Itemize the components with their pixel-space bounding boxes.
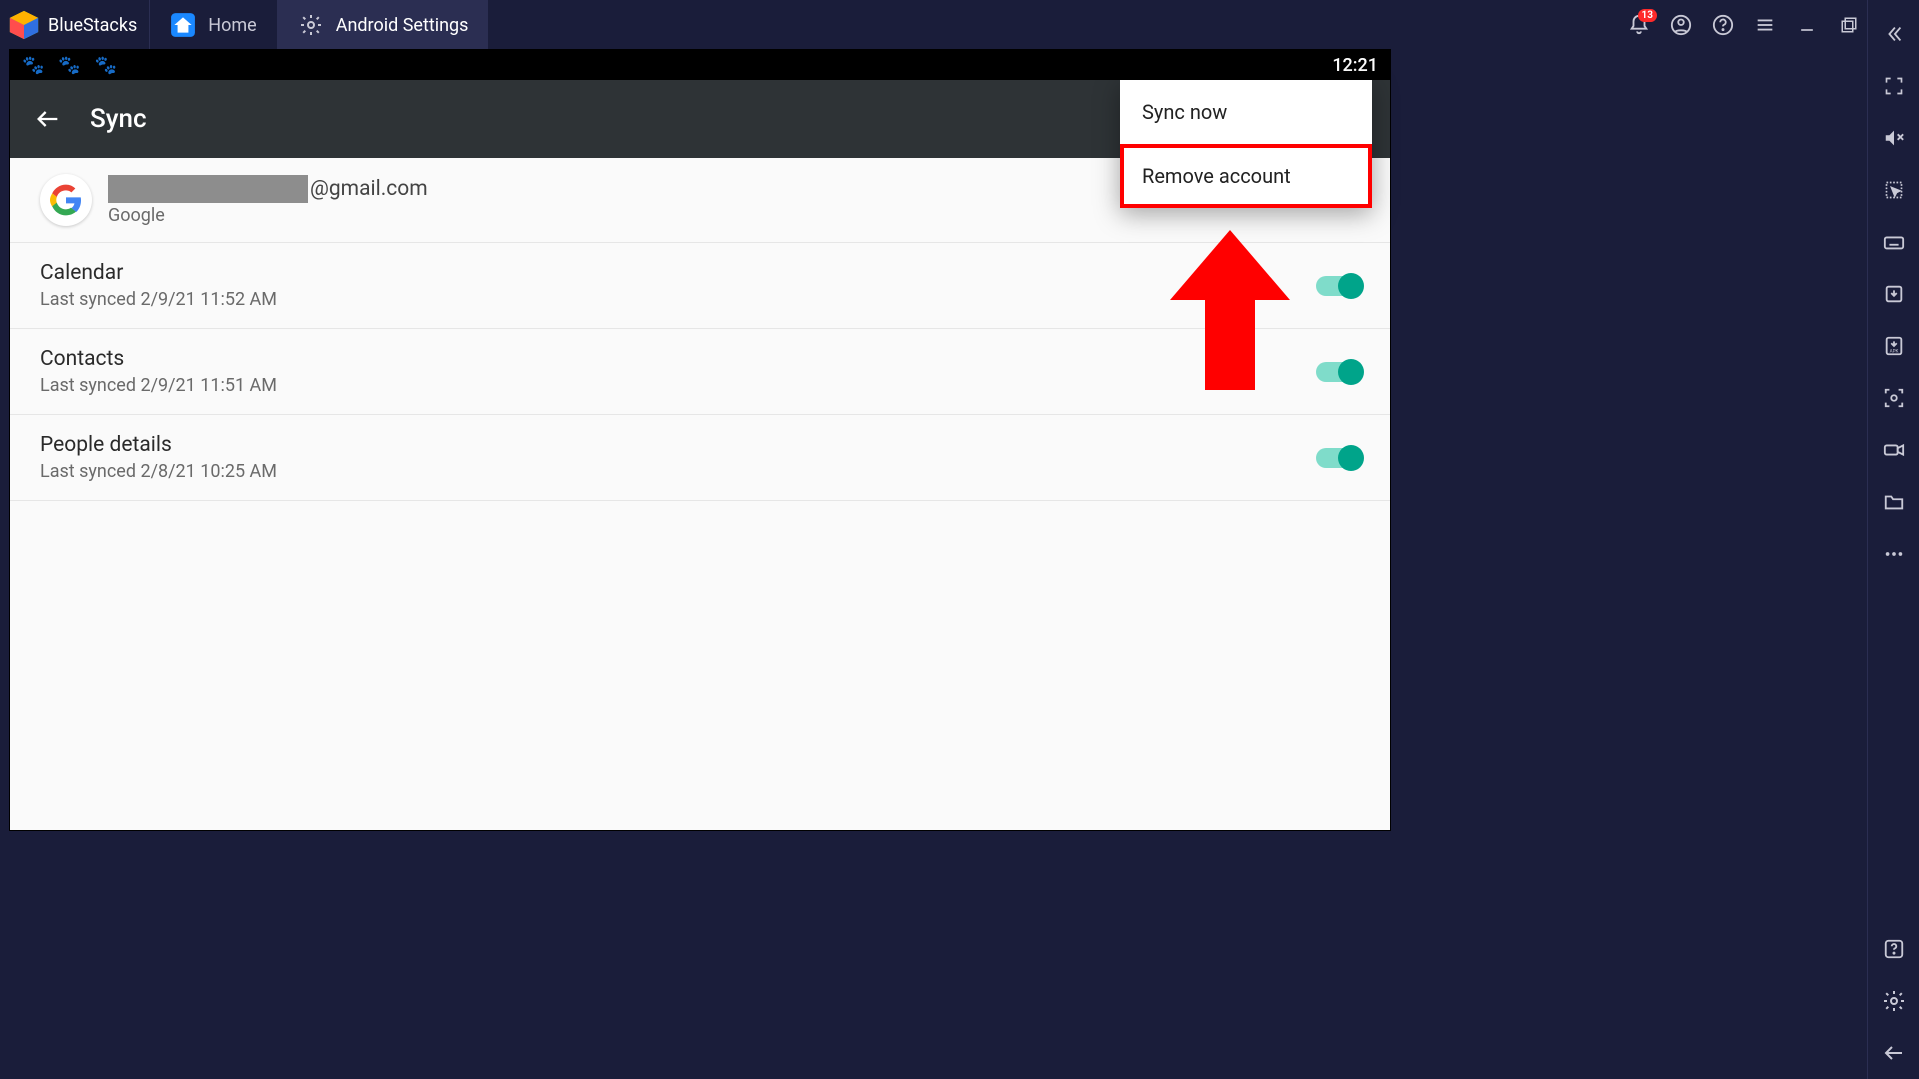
fullscreen-icon[interactable] <box>1874 66 1914 106</box>
tab-home-label: Home <box>208 15 256 36</box>
android-statusbar: 🐾 🐾 🐾 12:21 <box>10 50 1390 80</box>
sync-item-title: Contacts <box>40 347 277 371</box>
install-apk-icon[interactable] <box>1874 274 1914 314</box>
sync-item-title: People details <box>40 433 277 457</box>
settings-icon[interactable] <box>1874 981 1914 1021</box>
tab-android-settings[interactable]: Android Settings <box>277 0 489 50</box>
annotation-arrow-icon <box>1170 230 1290 394</box>
gear-icon <box>298 12 324 38</box>
page-title: Sync <box>90 104 147 134</box>
rail-help-icon[interactable] <box>1874 929 1914 969</box>
home-icon <box>170 12 196 38</box>
menu-button[interactable] <box>1747 7 1783 43</box>
svg-text:APK: APK <box>1889 348 1898 354</box>
tab-android-settings-label: Android Settings <box>336 15 469 36</box>
account-provider: Google <box>108 205 428 226</box>
rail-collapse-button[interactable] <box>1874 14 1914 54</box>
statusbar-left-icons: 🐾 🐾 🐾 <box>22 55 117 76</box>
folder-icon[interactable] <box>1874 482 1914 522</box>
tab-home[interactable]: Home <box>149 0 276 50</box>
sync-item-title: Calendar <box>40 261 277 285</box>
more-icon[interactable] <box>1874 534 1914 574</box>
google-icon <box>40 174 92 226</box>
help-button[interactable] <box>1705 7 1741 43</box>
bluestacks-logo-icon <box>0 1 48 49</box>
screenshot-icon[interactable] <box>1874 378 1914 418</box>
back-button[interactable] <box>26 97 70 141</box>
paw-icon: 🐾 <box>22 55 44 76</box>
notification-badge: 13 <box>1638 9 1657 22</box>
volume-mute-icon[interactable] <box>1874 118 1914 158</box>
toggle-people-details[interactable] <box>1316 448 1360 468</box>
bluestacks-titlebar: BlueStacks Home Android Settings 13 <box>0 0 1919 50</box>
window-minimize-button[interactable] <box>1789 7 1825 43</box>
account-button[interactable] <box>1663 7 1699 43</box>
email-redacted-part <box>108 175 308 203</box>
menu-remove-account[interactable]: Remove account <box>1120 144 1372 208</box>
record-icon[interactable] <box>1874 430 1914 470</box>
toggle-contacts[interactable] <box>1316 362 1360 382</box>
notifications-button[interactable]: 13 <box>1621 7 1657 43</box>
android-back-icon[interactable] <box>1874 1033 1914 1073</box>
paw-icon: 🐾 <box>95 55 117 76</box>
overflow-menu: Sync now Remove account <box>1120 80 1372 208</box>
sync-row-people-details[interactable]: People details Last synced 2/8/21 10:25 … <box>10 415 1390 501</box>
android-viewport: 🐾 🐾 🐾 12:21 Sync @gmai <box>10 50 1390 830</box>
bluestacks-right-rail: APK <box>1867 0 1919 1079</box>
keyboard-icon[interactable] <box>1874 222 1914 262</box>
email-suffix: @gmail.com <box>310 177 428 201</box>
window-restore-button[interactable] <box>1831 7 1867 43</box>
sync-item-subtitle: Last synced 2/8/21 10:25 AM <box>40 461 277 482</box>
sync-item-subtitle: Last synced 2/9/21 11:52 AM <box>40 289 277 310</box>
cursor-icon[interactable] <box>1874 170 1914 210</box>
paw-icon: 🐾 <box>58 55 80 76</box>
statusbar-clock: 12:21 <box>1332 55 1378 76</box>
apk-icon[interactable]: APK <box>1874 326 1914 366</box>
brand-label: BlueStacks <box>48 15 149 36</box>
menu-sync-now[interactable]: Sync now <box>1120 80 1372 144</box>
toggle-calendar[interactable] <box>1316 276 1360 296</box>
sync-item-subtitle: Last synced 2/9/21 11:51 AM <box>40 375 277 396</box>
